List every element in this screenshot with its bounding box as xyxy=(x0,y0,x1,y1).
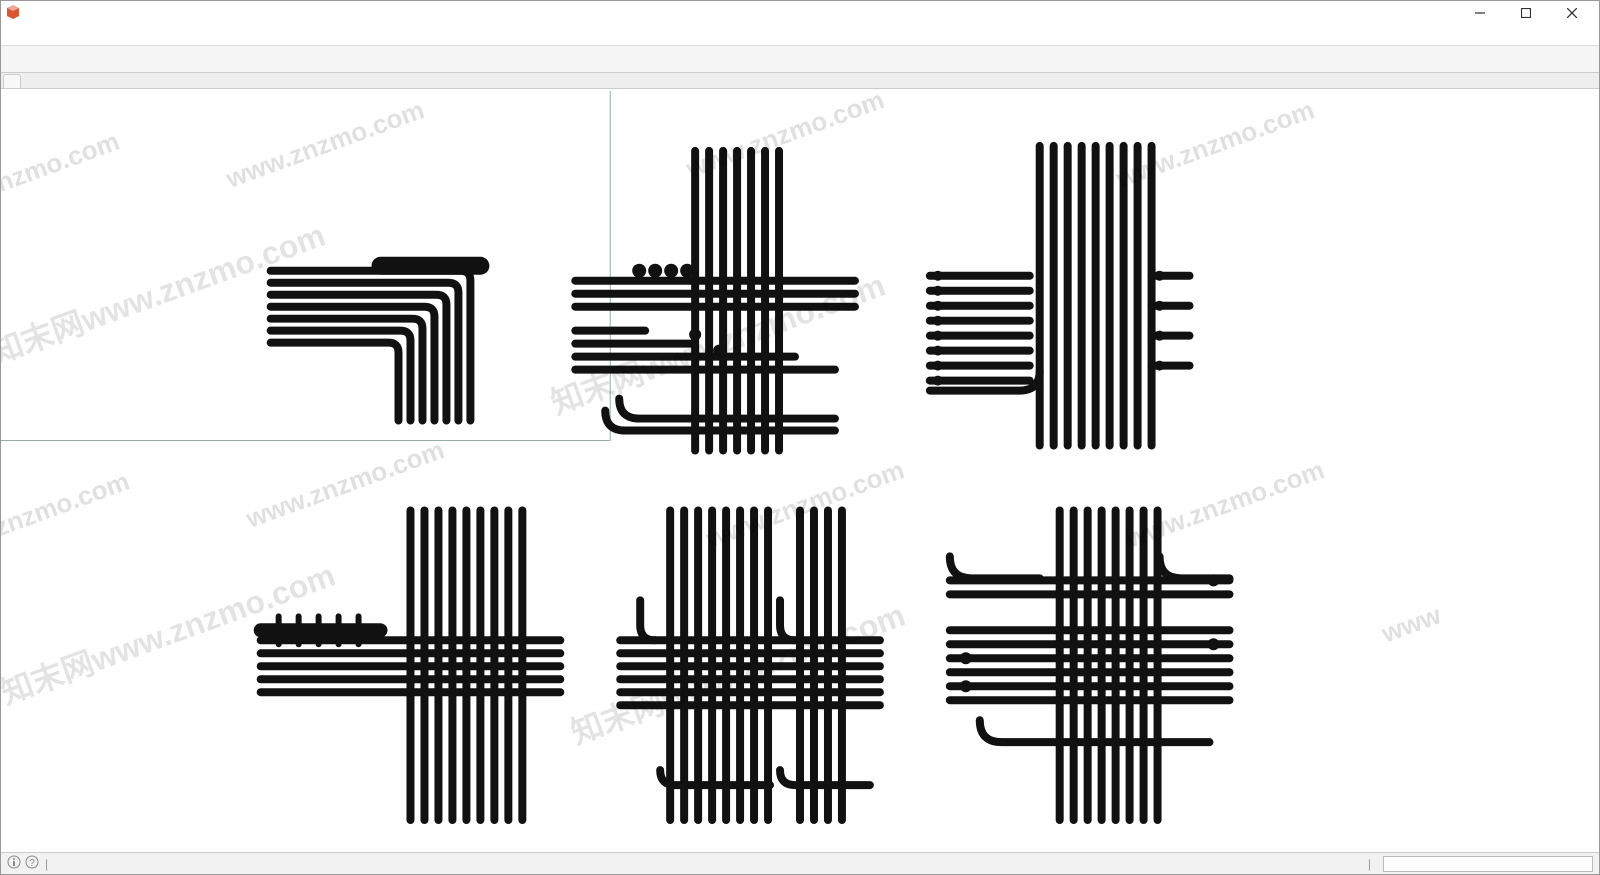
scene-tab[interactable] xyxy=(3,74,21,88)
menubar xyxy=(1,25,1599,45)
menu-help[interactable] xyxy=(131,34,143,36)
toolbar xyxy=(1,45,1599,73)
menu-camera[interactable] xyxy=(59,34,71,36)
close-button[interactable] xyxy=(1549,1,1595,25)
scene-canvas[interactable] xyxy=(1,89,1599,852)
statusbar: ? | | xyxy=(1,852,1599,874)
menu-edit[interactable] xyxy=(23,34,35,36)
viewport[interactable]: znzmo.com 知末网www.znzmo.com www.znzmo.com… xyxy=(1,89,1599,852)
info-icon[interactable] xyxy=(7,855,21,872)
titlebar xyxy=(1,1,1599,25)
maximize-button[interactable] xyxy=(1503,1,1549,25)
menu-file[interactable] xyxy=(5,34,17,36)
menu-window[interactable] xyxy=(113,34,125,36)
menu-draw[interactable] xyxy=(77,34,89,36)
app-icon xyxy=(5,5,21,21)
help-icon[interactable]: ? xyxy=(25,855,39,872)
svg-text:?: ? xyxy=(29,858,35,869)
status-value-input[interactable] xyxy=(1383,856,1593,872)
window-controls xyxy=(1457,1,1595,25)
menu-view[interactable] xyxy=(41,34,53,36)
model-content xyxy=(261,146,1230,820)
minimize-button[interactable] xyxy=(1457,1,1503,25)
app-window: znzmo.com 知末网www.znzmo.com www.znzmo.com… xyxy=(0,0,1600,875)
scene-tabstrip xyxy=(1,73,1599,89)
menu-tools[interactable] xyxy=(95,34,107,36)
